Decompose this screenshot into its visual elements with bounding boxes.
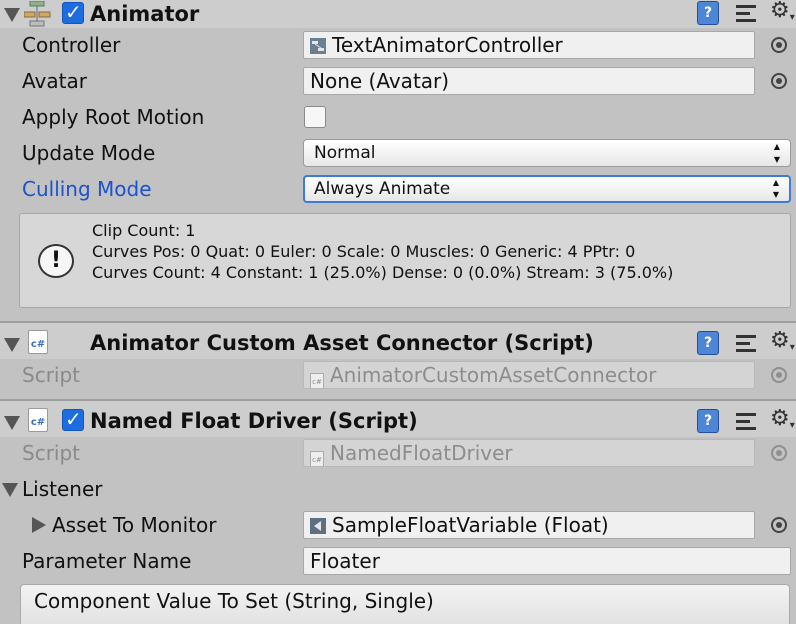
animator-info-box: ! Clip Count: 1 Curves Pos: 0 Quat: 0 Eu… [19,213,791,308]
connector-foldout-arrow[interactable] [4,338,20,352]
presets-icon[interactable] [736,3,756,25]
object-picker-icon [771,445,787,461]
animator-title: Animator [90,2,200,26]
float-driver-enabled-checkbox[interactable]: ✓ [62,407,84,431]
animator-component-icon [24,1,51,27]
update-mode-dropdown[interactable]: Normal ▲ ▼ [303,139,791,167]
connector-script-field: c# AnimatorCustomAssetConnector [303,361,755,389]
animator-controller-icon [310,38,326,54]
float-driver-foldout-arrow[interactable] [4,416,20,430]
object-picker-icon [771,367,787,383]
controller-label: Controller [22,33,121,57]
curves-count-text: Curves Count: 4 Constant: 1 (25.0%) Dens… [92,263,674,282]
gear-icon[interactable]: ⚙▾ [770,0,795,30]
asset-to-monitor-label: Asset To Monitor [52,513,217,537]
check-icon: ✓ [65,0,82,24]
parameter-name-label: Parameter Name [22,549,192,573]
warning-icon: ! [38,244,74,278]
update-mode-label: Update Mode [22,141,156,165]
apply-root-motion-checkbox[interactable] [304,106,326,128]
avatar-field[interactable]: None (Avatar) [303,67,755,95]
object-picker-icon[interactable] [771,73,787,89]
curves-pos-text: Curves Pos: 0 Quat: 0 Euler: 0 Scale: 0 … [92,242,636,261]
object-picker-icon[interactable] [771,37,787,53]
object-picker-icon[interactable] [771,517,787,533]
dropdown-arrow-icon: ▲ ▼ [772,178,779,199]
presets-icon[interactable] [736,411,756,433]
float-driver-title: Named Float Driver (Script) [90,409,418,433]
presets-icon[interactable] [736,333,756,355]
parameter-name-input[interactable]: Floater [303,547,791,575]
check-icon: ✓ [65,407,82,431]
connector-script-label: Script [22,363,81,387]
apply-root-motion-label: Apply Root Motion [22,105,205,129]
gear-icon[interactable]: ⚙▾ [770,407,795,438]
cs-script-icon: c# [310,451,324,466]
controller-field[interactable]: TextAnimatorController [303,31,755,59]
culling-mode-label: Culling Mode [22,177,152,201]
clip-count-text: Clip Count: 1 [92,221,196,240]
help-icon[interactable]: ? [697,331,719,355]
scriptable-object-icon [310,518,326,534]
gear-icon[interactable]: ⚙▾ [770,329,795,360]
float-driver-script-field: c# NamedFloatDriver [303,439,755,467]
cs-script-icon: c# [310,373,324,388]
float-driver-script-label: Script [22,441,81,465]
component-value-to-set-header: Component Value To Set (String, Single) [20,584,790,624]
connector-title: Animator Custom Asset Connector (Script) [90,331,594,355]
asset-to-monitor-field[interactable]: SampleFloatVariable (Float) [303,511,755,539]
culling-mode-dropdown[interactable]: Always Animate ▲ ▼ [303,175,791,203]
cs-script-icon: c# [28,408,48,432]
cs-script-icon: c# [28,330,48,354]
asset-to-monitor-foldout-arrow[interactable] [32,517,46,533]
help-icon[interactable]: ? [697,409,719,433]
animator-enabled-checkbox[interactable]: ✓ [62,0,84,24]
help-icon[interactable]: ? [697,1,719,25]
animator-foldout-arrow[interactable] [4,8,20,22]
dropdown-arrow-icon: ▲ ▼ [773,142,780,164]
avatar-label: Avatar [22,69,87,93]
listener-foldout-arrow[interactable] [2,483,18,497]
listener-label[interactable]: Listener [22,475,102,503]
